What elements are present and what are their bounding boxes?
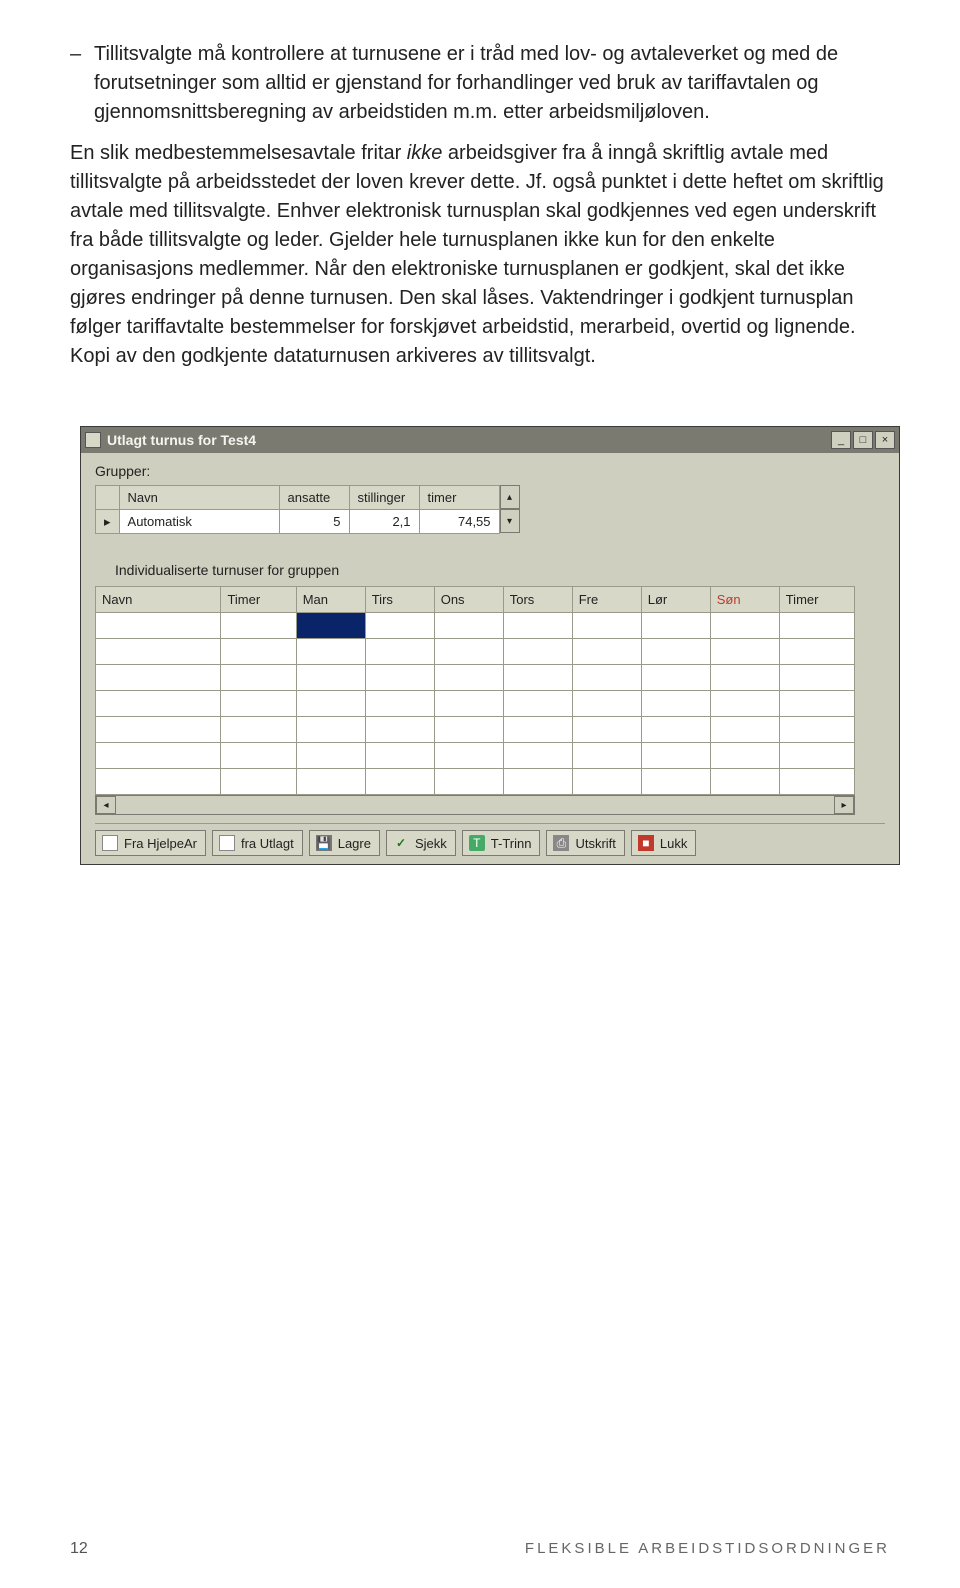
document-icon: [219, 835, 235, 851]
scroll-up-icon[interactable]: ▴: [500, 485, 520, 509]
cell-timer[interactable]: 74,55: [419, 510, 499, 534]
table-row[interactable]: [96, 691, 855, 717]
page-number: 12: [70, 1540, 88, 1558]
col-lor[interactable]: Lør: [641, 587, 710, 613]
table-header-row: Navn Timer Man Tirs Ons Tors Fre Lør Søn…: [96, 587, 855, 613]
button-label: T-Trinn: [491, 836, 532, 851]
grupper-table[interactable]: Navn ansatte stillinger timer ▸ Automati…: [95, 485, 500, 534]
button-label: Lukk: [660, 836, 687, 851]
scroll-left-icon[interactable]: ◂: [96, 796, 116, 814]
bullet-dash: –: [70, 40, 94, 69]
selected-cell[interactable]: [296, 613, 365, 639]
table-row[interactable]: [96, 665, 855, 691]
individualiserte-label: Individualiserte turnuser for gruppen: [115, 562, 885, 578]
body-text: – Tillitsvalgte må kontrollere at turnus…: [70, 40, 890, 371]
lagre-button[interactable]: 💾 Lagre: [309, 830, 380, 856]
row-pointer-icon: ▸: [96, 510, 120, 534]
table-row[interactable]: [96, 743, 855, 769]
col-son[interactable]: Søn: [710, 587, 779, 613]
table-row[interactable]: [96, 639, 855, 665]
fra-hjelpear-button[interactable]: Fra HjelpeAr: [95, 830, 206, 856]
col-fre[interactable]: Fre: [572, 587, 641, 613]
toolbar: Fra HjelpeAr fra Utlagt 💾 Lagre ✓ Sjekk: [95, 823, 885, 856]
button-label: Utskrift: [575, 836, 615, 851]
lukk-button[interactable]: ■ Lukk: [631, 830, 696, 856]
col-navn[interactable]: Navn: [96, 587, 221, 613]
para-text-a: En slik medbestemmelsesavtale fritar: [70, 142, 407, 164]
document-icon: [102, 835, 118, 851]
footer-title: FLEKSIBLE ARBEIDSTIDSORDNINGER: [525, 1540, 890, 1558]
save-icon: 💾: [316, 835, 332, 851]
col-ons[interactable]: Ons: [434, 587, 503, 613]
bullet-content: Tillitsvalgte må kontrollere at turnusen…: [94, 40, 890, 127]
paragraph: En slik medbestemmelsesavtale fritar ikk…: [70, 139, 890, 371]
horizontal-scrollbar[interactable]: ◂ ▸: [95, 795, 855, 815]
vertical-scrollbar[interactable]: ▴ ▾: [500, 485, 520, 533]
cell-ansatte[interactable]: 5: [279, 510, 349, 534]
button-label: Sjekk: [415, 836, 447, 851]
app-window: Utlagt turnus for Test4 _ □ × Grupper: N…: [80, 426, 900, 865]
t-icon: T: [469, 835, 485, 851]
turnus-table[interactable]: Navn Timer Man Tirs Ons Tors Fre Lør Søn…: [95, 586, 855, 795]
col-tors[interactable]: Tors: [503, 587, 572, 613]
row-pointer-header: [96, 486, 120, 510]
grupper-label: Grupper:: [95, 463, 885, 479]
cell-navn[interactable]: Automatisk: [119, 510, 279, 534]
check-icon: ✓: [393, 835, 409, 851]
col-ansatte[interactable]: ansatte: [279, 486, 349, 510]
col-timer[interactable]: Timer: [221, 587, 296, 613]
para-text-b: arbeidsgiver fra å inngå skriftlig avtal…: [70, 142, 884, 367]
window-title: Utlagt turnus for Test4: [107, 432, 829, 448]
print-icon: ⎙: [553, 835, 569, 851]
button-label: Lagre: [338, 836, 371, 851]
minimize-button[interactable]: _: [831, 431, 851, 449]
app-icon: [85, 432, 101, 448]
scroll-right-icon[interactable]: ▸: [834, 796, 854, 814]
col-navn[interactable]: Navn: [119, 486, 279, 510]
col-timer2[interactable]: Timer: [779, 587, 854, 613]
table-row[interactable]: ▸ Automatisk 5 2,1 74,55: [96, 510, 500, 534]
utskrift-button[interactable]: ⎙ Utskrift: [546, 830, 624, 856]
col-stillinger[interactable]: stillinger: [349, 486, 419, 510]
scroll-down-icon[interactable]: ▾: [500, 509, 520, 533]
col-man[interactable]: Man: [296, 587, 365, 613]
col-timer[interactable]: timer: [419, 486, 499, 510]
cell-stillinger[interactable]: 2,1: [349, 510, 419, 534]
titlebar: Utlagt turnus for Test4 _ □ ×: [81, 427, 899, 453]
close-icon: ■: [638, 835, 654, 851]
page-footer: 12 FLEKSIBLE ARBEIDSTIDSORDNINGER: [70, 1540, 890, 1558]
fra-utlagt-button[interactable]: fra Utlagt: [212, 830, 303, 856]
close-window-button[interactable]: ×: [875, 431, 895, 449]
t-trinn-button[interactable]: T T-Trinn: [462, 830, 541, 856]
bullet-item: – Tillitsvalgte må kontrollere at turnus…: [70, 40, 890, 127]
button-label: fra Utlagt: [241, 836, 294, 851]
table-header-row: Navn ansatte stillinger timer: [96, 486, 500, 510]
para-italic: ikke: [407, 142, 443, 164]
sjekk-button[interactable]: ✓ Sjekk: [386, 830, 456, 856]
table-row[interactable]: [96, 613, 855, 639]
table-row[interactable]: [96, 769, 855, 795]
maximize-button[interactable]: □: [853, 431, 873, 449]
table-row[interactable]: [96, 717, 855, 743]
col-tirs[interactable]: Tirs: [365, 587, 434, 613]
button-label: Fra HjelpeAr: [124, 836, 197, 851]
